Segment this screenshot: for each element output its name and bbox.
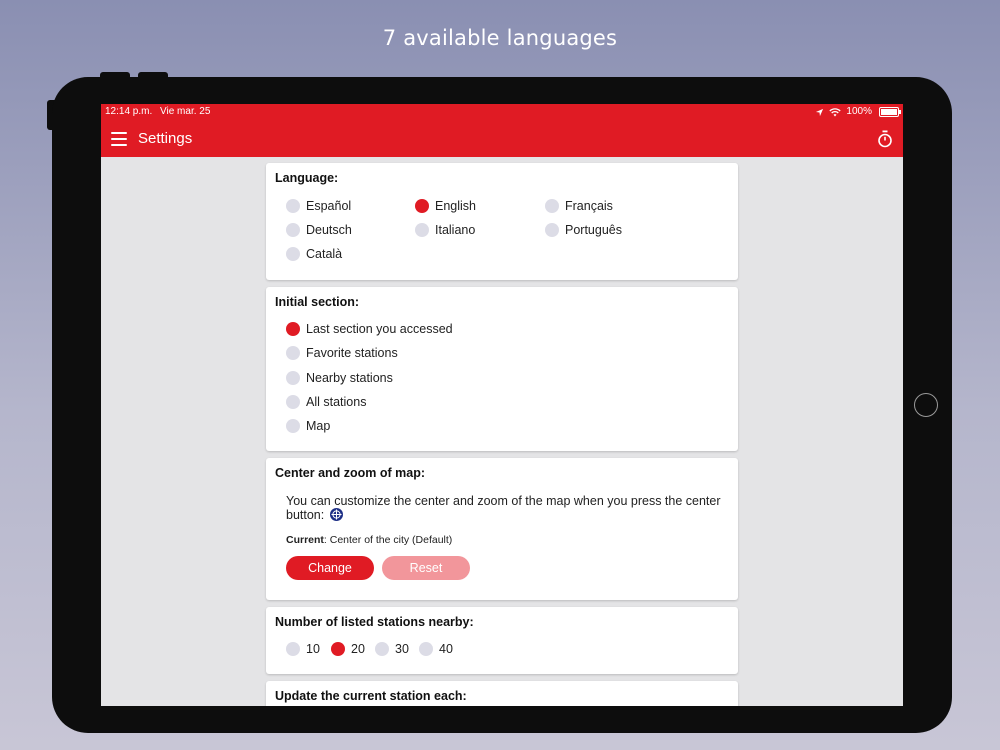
status-bar: 12:14 p.m. Vie mar. 25 100% <box>101 104 903 122</box>
map-center-description: You can customize the center and zoom of… <box>286 495 726 522</box>
language-option-catala[interactable]: Català <box>286 247 342 261</box>
initial-section-heading: Initial section: <box>275 295 360 309</box>
current-value: : Center of the city (Default) <box>323 534 453 546</box>
radio-label: Deutsch <box>306 223 352 237</box>
wifi-icon <box>829 107 842 116</box>
language-option-portugues[interactable]: Português <box>545 223 622 237</box>
radio-on-icon <box>415 199 429 213</box>
hamburger-menu-icon[interactable] <box>111 132 127 146</box>
radio-off-icon <box>286 395 300 409</box>
promo-caption: 7 available languages <box>382 26 618 50</box>
radio-label: 20 <box>351 642 365 656</box>
update-station-heading: Update the current station each: <box>275 689 467 703</box>
page-title: Settings <box>138 130 193 147</box>
language-heading: Language: <box>275 171 339 185</box>
radio-off-icon <box>415 223 429 237</box>
radio-off-icon <box>545 223 559 237</box>
radio-label: Nearby stations <box>306 371 393 385</box>
radio-off-icon <box>375 642 389 656</box>
map-center-card: Center and zoom of map: You can customiz… <box>266 458 738 600</box>
nearby-option-30[interactable]: 30 <box>375 642 409 656</box>
status-time: 12:14 p.m. <box>105 106 153 117</box>
radio-label: Favorite stations <box>306 346 398 360</box>
current-label: Current <box>286 534 324 546</box>
update-station-card: Update the current station each: <box>266 681 738 706</box>
home-button[interactable] <box>914 393 938 417</box>
radio-label: Italiano <box>435 223 476 237</box>
nearby-count-card: Number of listed stations nearby: 10 20 … <box>266 607 738 674</box>
app-screen: 12:14 p.m. Vie mar. 25 100% Settings Lan… <box>101 104 903 706</box>
status-date: Vie mar. 25 <box>160 106 211 117</box>
stopwatch-icon[interactable] <box>877 130 893 148</box>
language-option-italiano[interactable]: Italiano <box>415 223 475 237</box>
radio-label: All stations <box>306 395 367 409</box>
radio-off-icon <box>286 199 300 213</box>
radio-off-icon <box>286 247 300 261</box>
nearby-option-40[interactable]: 40 <box>419 642 453 656</box>
radio-label: Français <box>565 199 613 213</box>
reset-button[interactable]: Reset <box>382 556 470 580</box>
language-option-english[interactable]: English <box>415 199 476 213</box>
radio-off-icon <box>286 346 300 360</box>
initial-option-last-section[interactable]: Last section you accessed <box>286 322 453 336</box>
initial-option-nearby-stations[interactable]: Nearby stations <box>286 371 393 385</box>
nearby-option-20[interactable]: 20 <box>331 642 365 656</box>
initial-option-favorite-stations[interactable]: Favorite stations <box>286 346 398 360</box>
radio-label: English <box>435 199 476 213</box>
location-arrow-icon <box>816 108 824 116</box>
radio-label: Map <box>306 419 331 433</box>
radio-on-icon <box>331 642 345 656</box>
change-button[interactable]: Change <box>286 556 374 580</box>
radio-off-icon <box>286 419 300 433</box>
current-center-text: Current: Center of the city (Default) <box>286 534 452 546</box>
app-bar: Settings <box>101 122 903 157</box>
radio-label: Last section you accessed <box>306 322 453 336</box>
radio-off-icon <box>286 642 300 656</box>
nearby-option-10[interactable]: 10 <box>286 642 320 656</box>
language-option-francais[interactable]: Français <box>545 199 613 213</box>
crosshair-icon <box>329 508 343 521</box>
settings-content[interactable]: Language: Español English Français Deuts… <box>101 157 903 706</box>
language-option-deutsch[interactable]: Deutsch <box>286 223 352 237</box>
battery-percent: 100% <box>846 106 872 117</box>
description-text: You can customize the center and zoom of… <box>286 494 721 522</box>
map-center-heading: Center and zoom of map: <box>275 466 426 480</box>
radio-label: Português <box>565 223 622 237</box>
radio-label: Español <box>306 199 352 213</box>
battery-icon <box>879 107 901 117</box>
initial-option-all-stations[interactable]: All stations <box>286 395 366 409</box>
radio-label: 30 <box>395 642 409 656</box>
language-card: Language: Español English Français Deuts… <box>266 163 738 280</box>
initial-section-card: Initial section: Last section you access… <box>266 287 738 451</box>
radio-on-icon <box>286 322 300 336</box>
radio-label: Català <box>306 247 343 261</box>
initial-option-map[interactable]: Map <box>286 419 330 433</box>
radio-label: 10 <box>306 642 320 656</box>
language-option-espanol[interactable]: Español <box>286 199 351 213</box>
radio-off-icon <box>545 199 559 213</box>
nearby-count-heading: Number of listed stations nearby: <box>275 615 474 629</box>
radio-label: 40 <box>439 642 453 656</box>
radio-off-icon <box>286 371 300 385</box>
radio-off-icon <box>419 642 433 656</box>
status-indicators: 100% <box>815 104 901 120</box>
radio-off-icon <box>286 223 300 237</box>
